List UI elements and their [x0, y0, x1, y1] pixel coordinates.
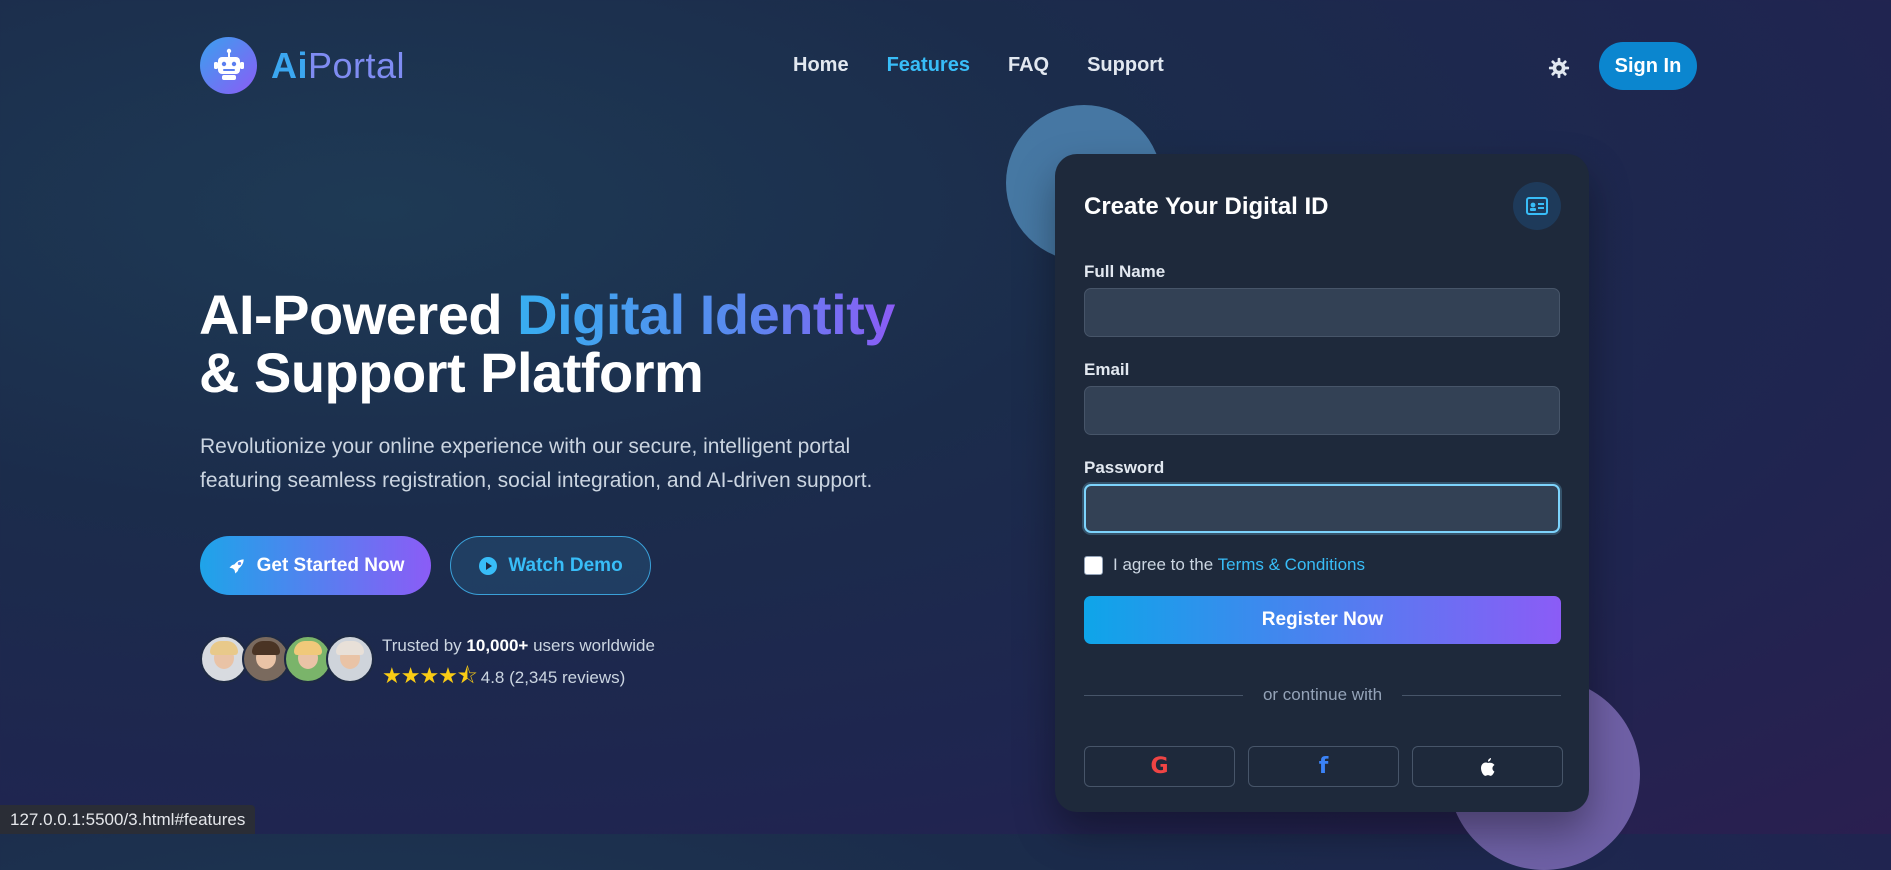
trust-text: Trusted by 10,000+ users worldwide — [382, 636, 655, 655]
main-nav: Home Features FAQ Support — [793, 54, 1164, 77]
logo-text: AiPortal — [271, 44, 406, 86]
sign-in-button[interactable]: Sign In — [1599, 42, 1697, 90]
gear-icon[interactable] — [1548, 57, 1570, 79]
robot-icon — [200, 37, 257, 94]
email-label: Email — [1084, 360, 1130, 379]
social-divider: or continue with — [1084, 685, 1562, 705]
avatar — [200, 635, 248, 683]
hero-subtitle: Revolutionize your online experience wit… — [200, 435, 873, 492]
facebook-icon: f — [1318, 754, 1329, 779]
terms-checkbox[interactable] — [1084, 555, 1103, 575]
nav-link-support[interactable]: Support — [1087, 54, 1164, 77]
avatar — [284, 635, 332, 683]
rating: ★★★★⯪ 4.8 (2,345 reviews) — [382, 659, 625, 697]
facebook-login-button[interactable]: f — [1248, 746, 1399, 787]
nav-link-features[interactable]: Features — [887, 54, 970, 77]
apple-icon — [1480, 757, 1494, 776]
password-label: Password — [1084, 458, 1165, 477]
get-started-button[interactable]: Get Started Now — [200, 536, 431, 595]
rocket-icon — [229, 558, 244, 573]
hero-title: AI-Powered Digital Identity & Support Pla… — [199, 283, 895, 404]
nav-link-home[interactable]: Home — [793, 54, 849, 77]
browser-status-url: 127.0.0.1:5500/3.html#features — [0, 805, 256, 834]
watch-demo-button[interactable]: Watch Demo — [450, 536, 651, 595]
google-icon: G — [1150, 754, 1169, 779]
avatar — [326, 635, 374, 683]
apple-login-button[interactable] — [1412, 746, 1563, 787]
google-login-button[interactable]: G — [1084, 746, 1235, 787]
terms-link[interactable]: Terms & Conditions — [1218, 555, 1365, 574]
play-circle-icon — [479, 556, 498, 575]
nav-link-faq[interactable]: FAQ — [1008, 54, 1049, 77]
registration-card: Create Your Digital ID Full Name Email P… — [1055, 154, 1589, 812]
id-card-icon — [1513, 182, 1561, 230]
form-title: Create Your Digital ID — [1084, 193, 1329, 220]
password-field[interactable] — [1084, 484, 1560, 533]
star-rating-icon: ★★★★⯪ — [382, 663, 478, 688]
logo[interactable]: AiPortal — [200, 37, 405, 94]
full-name-label: Full Name — [1084, 262, 1166, 281]
avatar — [242, 635, 290, 683]
terms-agreement: I agree to the Terms & Conditions — [1084, 555, 1365, 575]
user-avatars — [200, 635, 374, 683]
full-name-field[interactable] — [1084, 288, 1560, 337]
register-button[interactable]: Register Now — [1084, 596, 1561, 644]
email-field[interactable] — [1084, 386, 1560, 435]
